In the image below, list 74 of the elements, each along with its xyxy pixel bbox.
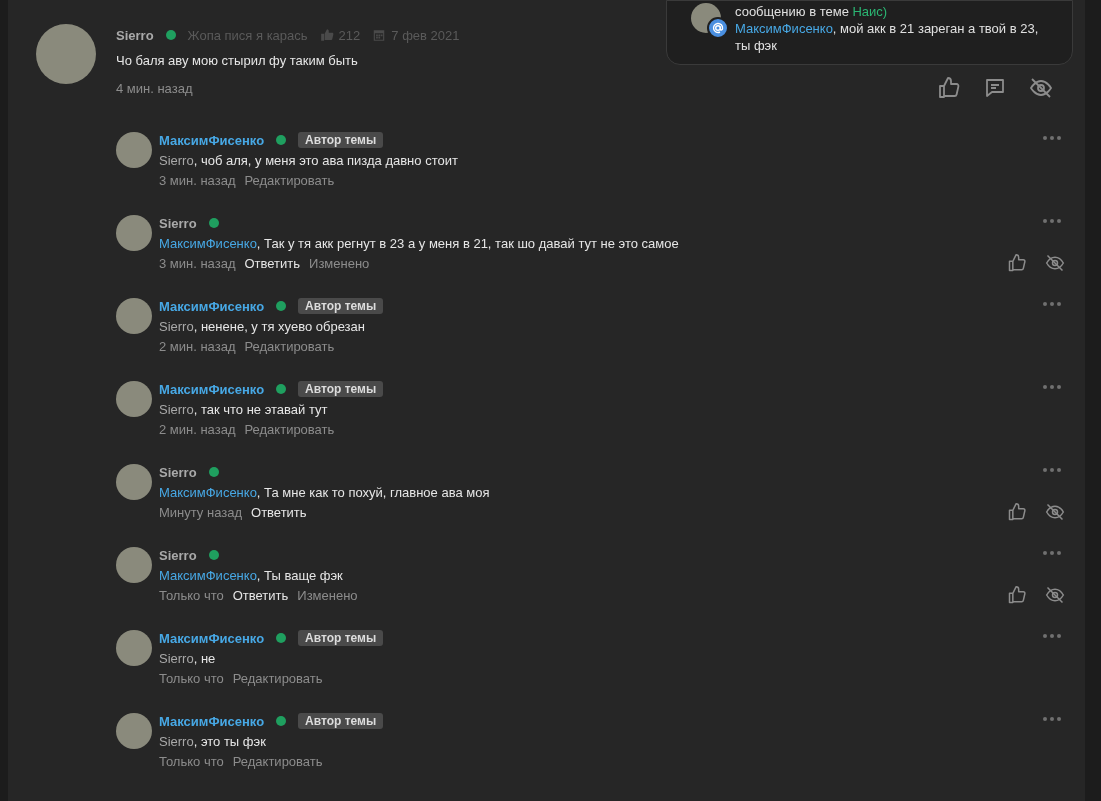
reply-time: 2 мин. назад <box>159 339 236 354</box>
action-link[interactable]: Изменено <box>309 256 370 271</box>
reply-text: МаксимФисенко, Ты ваще фэк <box>159 568 344 583</box>
reply-button[interactable]: Ответить <box>251 505 307 520</box>
mention-link[interactable]: МаксимФисенко <box>159 485 257 500</box>
author-name[interactable]: Sierro <box>159 464 197 480</box>
mention-link[interactable]: МаксимФисенко <box>159 236 257 251</box>
hide-icon[interactable] <box>1045 253 1065 273</box>
topic-author-badge: Автор темы <box>298 298 384 314</box>
topic-author-badge: Автор темы <box>298 132 384 148</box>
topic-author-badge: Автор темы <box>298 713 384 729</box>
action-link[interactable]: Изменено <box>297 588 358 603</box>
reply-text: Sierro, ненене, у тя хуево обрезан <box>159 319 366 334</box>
reply-icon[interactable] <box>983 76 1007 100</box>
like-icon[interactable] <box>1007 502 1027 522</box>
reply-text: Sierro, не <box>159 651 217 666</box>
comment-time: 4 мин. назад <box>116 80 193 96</box>
reply-time: Минуту назад <box>159 505 243 520</box>
author-name[interactable]: МаксимФисенко <box>159 381 265 397</box>
author-name[interactable]: МаксимФисенко <box>159 298 265 314</box>
avatar[interactable] <box>116 132 152 168</box>
mention-link[interactable]: Sierro <box>159 734 194 749</box>
topic-link[interactable]: Наис) <box>852 4 888 19</box>
comment-text: Чо баля аву мою стырил фу таким быть <box>116 53 358 68</box>
author-name[interactable]: МаксимФисенко <box>159 713 265 729</box>
reply-time: 2 мин. назад <box>159 422 236 437</box>
reply-time: Только что <box>159 588 224 603</box>
reply-time: Только что <box>159 754 224 769</box>
author-name[interactable]: Sierro <box>116 27 154 43</box>
topic-author-badge: Автор темы <box>298 630 384 646</box>
mention-link[interactable]: Sierro <box>159 402 194 417</box>
avatar[interactable] <box>116 298 152 334</box>
avatar[interactable] <box>116 630 152 666</box>
hide-icon[interactable] <box>1029 76 1053 100</box>
avatar[interactable] <box>116 215 152 251</box>
reply-text: Sierro, это ты фэк <box>159 734 267 749</box>
author-name[interactable]: МаксимФисенко <box>159 630 265 646</box>
reply-time: Только что <box>159 671 224 686</box>
reply-button[interactable]: Ответить <box>232 588 289 603</box>
reply-button[interactable]: Ответить <box>244 256 301 271</box>
reply-time: 3 мин. назад <box>159 256 236 271</box>
reply-text: Sierro, так что не этавай тут <box>159 402 329 417</box>
action-link[interactable]: Редактировать <box>232 754 323 769</box>
hide-icon[interactable] <box>1045 585 1065 605</box>
action-link[interactable]: Редактировать <box>244 422 335 437</box>
at-sign-icon <box>707 17 729 39</box>
author-name[interactable]: Sierro <box>159 547 197 563</box>
reply-time: 3 мин. назад <box>159 173 236 188</box>
mention-link[interactable]: Sierro <box>159 153 194 168</box>
action-link[interactable]: Редактировать <box>232 671 323 686</box>
avatar[interactable] <box>116 713 152 749</box>
reply-text: Sierro, чоб аля, у меня это ава пизда давно стоит <box>159 153 459 168</box>
avatar[interactable] <box>116 464 152 500</box>
mention-link[interactable]: Sierro <box>159 319 194 334</box>
like-icon[interactable] <box>1007 253 1027 273</box>
reply-text: МаксимФисенко, Та мне как то похуй, главное ава моя <box>159 485 491 500</box>
topic-author-badge: Автор темы <box>298 381 384 397</box>
like-icon[interactable] <box>937 76 961 100</box>
hide-icon[interactable] <box>1045 502 1065 522</box>
mention-link[interactable]: МаксимФисенко <box>159 568 257 583</box>
action-link[interactable]: Редактировать <box>244 339 335 354</box>
notification-text: сообщению в теме Наис) <box>735 3 889 20</box>
like-icon[interactable] <box>1007 585 1027 605</box>
calendar-icon <box>372 28 387 42</box>
thumbs-up-icon <box>319 28 334 42</box>
mention-link[interactable]: Sierro <box>159 651 194 666</box>
avatar[interactable] <box>116 547 152 583</box>
avatar[interactable] <box>36 24 96 84</box>
action-link[interactable]: Редактировать <box>244 173 335 188</box>
author-name[interactable]: Sierro <box>159 215 197 231</box>
notification-message: МаксимФисенко, мой акк в 21 зареган а твой в 23, ты фэк <box>735 20 1040 54</box>
reply-text: МаксимФисенко, Так у тя акк регнут в 23 а у меня в 21, так шо давай тут не это самое <box>159 236 680 251</box>
avatar[interactable] <box>116 381 152 417</box>
author-name[interactable]: МаксимФисенко <box>159 132 265 148</box>
